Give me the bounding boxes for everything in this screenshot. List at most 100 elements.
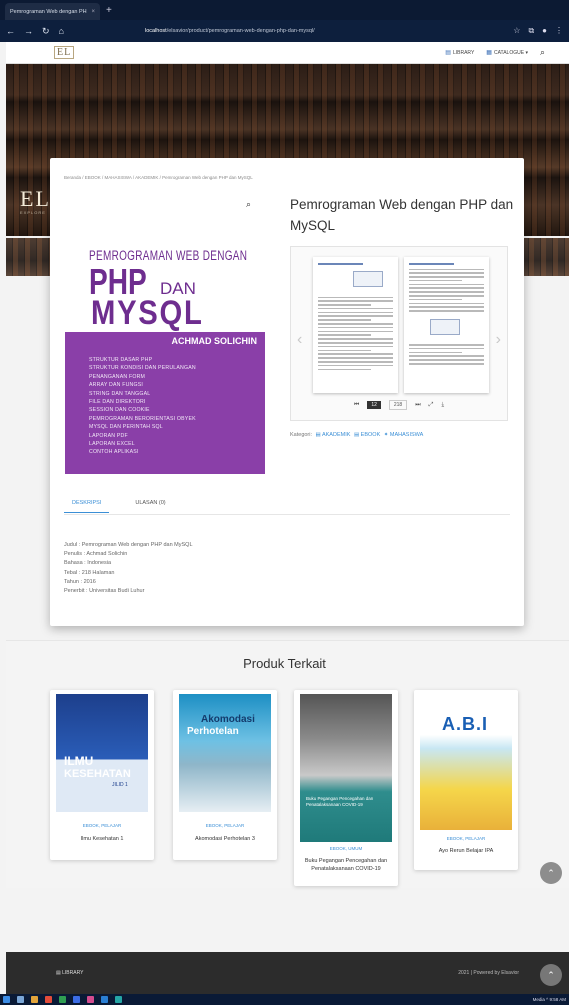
footer-library-link[interactable]: ▤ LIBRARY: [56, 970, 83, 976]
toc-item: LAPORAN PDF: [89, 432, 128, 439]
related-product-card[interactable]: Akomodasi Perhotelan EBOOK, PELAJAR Akom…: [173, 690, 277, 860]
catalogue-icon: ▦: [486, 50, 492, 56]
total-pages: 218: [388, 400, 408, 410]
flipbook-pages: [313, 257, 489, 393]
detail-bahasa: Bahasa : Indonesia: [64, 560, 112, 567]
related-categories[interactable]: EBOOK, PELAJAR: [414, 836, 518, 841]
browser-icon[interactable]: [45, 996, 52, 1003]
related-name[interactable]: Ilmu Kesehatan 1: [56, 836, 148, 844]
start-icon[interactable]: [3, 996, 10, 1003]
app-icon[interactable]: [73, 996, 80, 1003]
related-cover: ILMU KESEHATAN JILID 1: [56, 694, 148, 812]
viewer-toolbar: ⏮ 12 218 ⏭ ⤢ ⤓: [291, 400, 507, 410]
extensions-icon[interactable]: ⧉: [528, 26, 534, 36]
os-taskbar: Media ^ 9:58 AM: [0, 994, 569, 1005]
related-name[interactable]: Buku Pegangan Pencegahan dan Penatalaksa…: [300, 858, 392, 873]
toc-item: MYSQL DAN PERINTAH SQL: [89, 424, 163, 431]
library-icon: ▤: [445, 50, 451, 56]
app-icon[interactable]: [59, 996, 66, 1003]
nav-library[interactable]: ▤ LIBRARY: [445, 49, 474, 56]
next-page-icon[interactable]: ›: [496, 331, 501, 349]
flipbook-page-right: [404, 257, 489, 393]
site-logo[interactable]: EL: [54, 46, 75, 59]
related-categories[interactable]: EBOOK, PELAJAR: [173, 823, 277, 828]
app-icon[interactable]: [101, 996, 108, 1003]
related-cover: Akomodasi Perhotelan: [179, 694, 271, 812]
browser-tab[interactable]: Pemrograman Web dengan PH ×: [5, 3, 100, 20]
detail-penerbit: Penerbit : Universitas Budi Luhur: [64, 588, 145, 595]
detail-penulis: Penulis : Achmad Solichin: [64, 551, 128, 558]
toc-item: SESSION DAN COOKIE: [89, 407, 150, 414]
product-tabs: DESKRIPSI ULASAN (0): [64, 500, 166, 513]
related-name[interactable]: Ayo Rerun Belajar IPA: [420, 848, 512, 856]
toc-item: STRING DAN TANGGAL: [89, 390, 151, 397]
category-link[interactable]: ▤ AKADEMIK: [316, 432, 351, 438]
toc-item: LAPORAN EXCEL: [89, 441, 135, 448]
related-product-card[interactable]: ILMU KESEHATAN JILID 1 EBOOK, PELAJAR Il…: [50, 690, 154, 860]
search-icon[interactable]: ⌕: [540, 47, 545, 58]
site-header: EL ▤ LIBRARY ▦ CATALOGUE ▾ ⌕: [6, 42, 569, 64]
cover-title-area: PEMROGRAMAN WEB DENGAN PHP DAN MYSQL: [65, 236, 265, 332]
related-product-card[interactable]: Buku Pegangan Pencegahan dan Penatalaksa…: [294, 690, 398, 886]
tab-deskripsi[interactable]: DESKRIPSI: [64, 500, 110, 513]
search-taskbar-icon[interactable]: [17, 996, 24, 1003]
main-nav: ▤ LIBRARY ▦ CATALOGUE ▾ ⌕: [445, 47, 545, 58]
related-product-card[interactable]: A.B.I EBOOK, PELAJAR Ayo Rerun Belajar I…: [414, 690, 518, 870]
toc-item: ARRAY DAN FUNGSI: [89, 382, 144, 389]
back-icon[interactable]: ←: [6, 26, 15, 36]
site-footer: ▤ LIBRARY 2021 | Powered by Elsavior: [6, 952, 569, 994]
cover-purple-band: ACHMAD SOLICHIN STRUKTUR DASAR PHP STRUK…: [65, 332, 265, 474]
nav-catalogue[interactable]: ▦ CATALOGUE ▾: [486, 49, 528, 56]
current-page[interactable]: 12: [367, 401, 381, 409]
app-icon[interactable]: [115, 996, 122, 1003]
product-title: Pemrograman Web dengan PHP dan MySQL: [290, 197, 514, 233]
related-categories[interactable]: EBOOK, PELAJAR: [50, 823, 154, 828]
cover-toc: STRUKTUR DASAR PHP STRUKTUR KONDISI DAN …: [89, 356, 196, 457]
reload-icon[interactable]: ↻: [42, 26, 50, 37]
zoom-icon[interactable]: ⌕: [246, 199, 251, 210]
home-icon[interactable]: ⌂: [59, 26, 64, 36]
toc-item: FILE DAN DIREKTORI: [89, 399, 146, 406]
diagram-thumbnail: [353, 271, 383, 287]
related-cover: A.B.I: [420, 694, 512, 830]
tab-close-icon[interactable]: ×: [91, 9, 95, 15]
new-tab-button[interactable]: +: [106, 5, 112, 16]
footer-credit: 2021 | Powered by Elsavior: [458, 970, 519, 976]
scroll-top-button[interactable]: ⌃: [540, 862, 562, 884]
toc-item: PENANGANAN FORM: [89, 373, 146, 380]
star-icon[interactable]: ☆: [513, 26, 520, 36]
download-icon[interactable]: ⤓: [441, 402, 444, 409]
first-page-icon[interactable]: ⏮: [354, 402, 359, 409]
cover-author: ACHMAD SOLICHIN: [171, 336, 258, 346]
menu-icon[interactable]: ⋮: [555, 26, 563, 36]
diagram-thumbnail: [430, 319, 460, 335]
profile-icon[interactable]: ●: [542, 26, 547, 36]
last-page-icon[interactable]: ⏭: [415, 402, 420, 409]
prev-page-icon[interactable]: ‹: [297, 331, 302, 349]
forward-icon[interactable]: →: [24, 26, 33, 36]
toc-item: STRUKTUR DASAR PHP: [89, 357, 153, 363]
category-link[interactable]: ▤ EBOOK: [354, 432, 380, 438]
tab-ulasan[interactable]: ULASAN (0): [135, 500, 165, 513]
app-icon[interactable]: [87, 996, 94, 1003]
category-link[interactable]: ✦ MAHASISWA: [384, 432, 424, 438]
related-name[interactable]: Akomodasi Perhotelan 3: [179, 836, 271, 844]
toc-item: CONTOH APLIKASI: [89, 449, 139, 456]
scroll-top-button-footer[interactable]: ⌃: [540, 964, 562, 986]
flipbook-page-left: [313, 257, 398, 393]
detail-judul: Judul : Pemrograman Web dengan PHP dan M…: [64, 542, 193, 548]
hero-text: EL: [20, 186, 51, 211]
related-categories[interactable]: EBOOK, UMUM: [294, 846, 398, 851]
tab-title: Pemrograman Web dengan PH: [10, 8, 87, 15]
system-tray[interactable]: Media ^ 9:58 AM: [533, 997, 566, 1002]
files-icon[interactable]: [31, 996, 38, 1003]
product-categories: Kategori: ▤ AKADEMIK ▤ EBOOK ✦ MAHASISWA: [290, 432, 424, 438]
pdf-flipbook-viewer[interactable]: ‹ › ⏮ 12 218 ⏭ ⤢ ⤓: [290, 246, 508, 421]
url-field[interactable]: localhost/elsavior/product/pemrograman-w…: [145, 28, 315, 34]
breadcrumb[interactable]: Beranda / EBOOK / MAHASISWA / AKADEMIK /…: [64, 175, 253, 180]
fullscreen-icon[interactable]: ⤢: [429, 402, 434, 409]
cover-mysql: MYSQL: [91, 294, 204, 332]
toc-item: STRUKTUR KONDISI DAN PERULANGAN: [89, 365, 196, 372]
book-cover[interactable]: PEMROGRAMAN WEB DENGAN PHP DAN MYSQL ACH…: [65, 236, 265, 474]
address-bar: ← → ↻ ⌂ localhost/elsavior/product/pemro…: [0, 20, 569, 42]
